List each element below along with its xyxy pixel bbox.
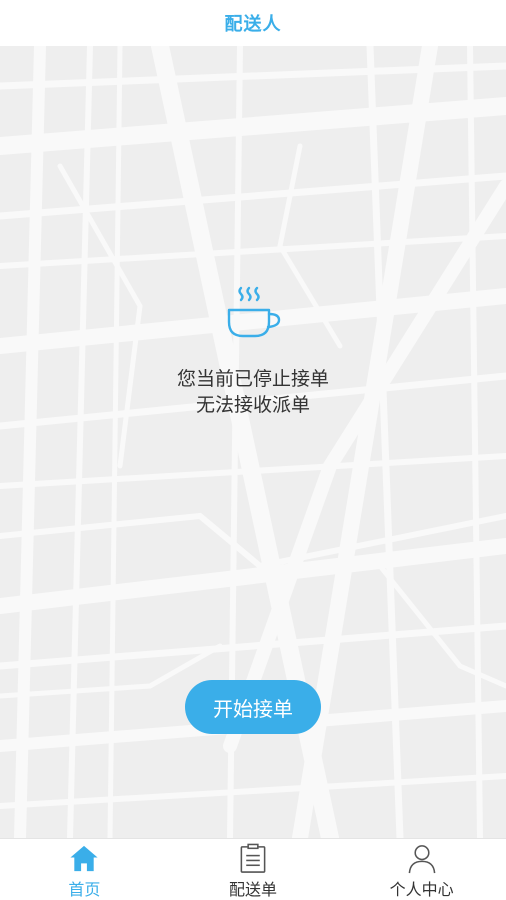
tab-orders[interactable]: 配送单 <box>169 839 338 900</box>
app-title: 配送人 <box>224 14 282 35</box>
tab-home-label: 首页 <box>68 880 101 899</box>
home-icon <box>70 845 98 872</box>
app-header: 配送人 <box>0 0 506 46</box>
clipboard-icon <box>240 843 266 873</box>
tab-orders-label: 配送单 <box>229 880 278 899</box>
tab-profile[interactable]: 个人中心 <box>337 839 506 900</box>
status-line-unable: 无法接收派单 <box>195 394 310 416</box>
tab-profile-label: 个人中心 <box>389 880 454 899</box>
bottom-tab-bar: 首页 配送单 个人中心 <box>0 838 506 900</box>
tab-home[interactable]: 首页 <box>0 839 169 900</box>
start-accepting-button[interactable]: 开始接单 <box>185 680 321 734</box>
user-icon <box>408 845 436 874</box>
coffee-cup-icon <box>227 286 281 338</box>
status-panel: 您当前已停止接单 无法接收派单 <box>0 284 506 418</box>
status-line-stopped: 您当前已停止接单 <box>176 368 329 390</box>
